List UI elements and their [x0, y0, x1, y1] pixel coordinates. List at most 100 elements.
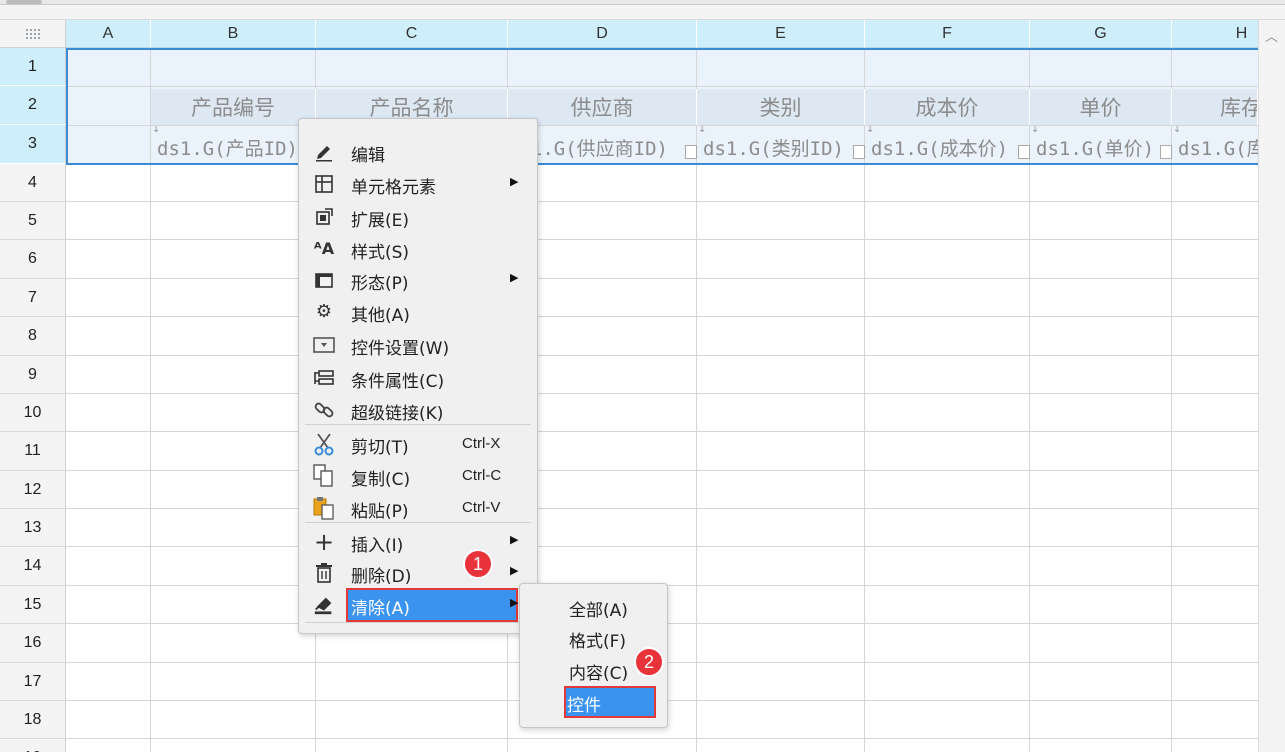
- row-header-1[interactable]: 1: [0, 48, 66, 86]
- menu-item-label: 超级链接(K): [351, 404, 444, 424]
- grid-line: [66, 239, 1258, 240]
- menu-item-label: 编辑: [351, 146, 385, 166]
- row-header-12[interactable]: 12: [0, 471, 66, 509]
- menu-item-insert[interactable]: + 插入(I) ▶: [305, 525, 531, 557]
- menu-item-label: 样式(S): [351, 243, 410, 263]
- row-header-13[interactable]: 13: [0, 509, 66, 547]
- menu-item-label: 控件设置(W): [351, 339, 450, 359]
- menu-separator: [305, 622, 531, 623]
- row-header-19[interactable]: 19: [0, 739, 66, 752]
- gear-icon: ⚙: [315, 301, 333, 322]
- menu-item-delete[interactable]: 删除(D) ▶: [305, 556, 531, 588]
- grid-line: [66, 470, 1258, 471]
- shortcut-label: Ctrl-X: [462, 435, 501, 452]
- row-header-7[interactable]: 7: [0, 279, 66, 317]
- grid-line: [66, 508, 1258, 509]
- expand-icon: [313, 206, 335, 228]
- menu-item-cut[interactable]: 剪切(T) Ctrl-X: [305, 427, 531, 459]
- menu-item-paste[interactable]: 粘贴(P) Ctrl-V: [305, 491, 531, 523]
- submenu-arrow-icon: ▶: [510, 271, 519, 284]
- eraser-icon: [313, 594, 335, 616]
- scroll-up-arrow-icon[interactable]: ︿: [1265, 26, 1278, 45]
- plus-icon: +: [313, 528, 335, 556]
- row-header-3[interactable]: 3: [0, 125, 66, 164]
- grid-line: [66, 393, 1258, 394]
- menu-item-label: 删除(D): [351, 567, 412, 587]
- grid-line: [66, 738, 1258, 739]
- row-header-18[interactable]: 18: [0, 701, 66, 739]
- column-header-f[interactable]: F: [865, 20, 1030, 48]
- menu-separator: [305, 424, 531, 425]
- row-header-5[interactable]: 5: [0, 202, 66, 240]
- form-icon: [313, 269, 335, 291]
- menu-item-label: 复制(C): [351, 470, 411, 490]
- widget-icon: [313, 334, 335, 356]
- menu-item-hyperlink[interactable]: 超级链接(K): [305, 393, 531, 425]
- row-header-4[interactable]: 4: [0, 164, 66, 202]
- row-header-10[interactable]: 10: [0, 394, 66, 432]
- menu-item-label: 条件属性(C): [351, 372, 445, 392]
- row-header-11[interactable]: 11: [0, 432, 66, 471]
- column-header-c[interactable]: C: [316, 20, 508, 48]
- row-header-6[interactable]: 6: [0, 240, 66, 279]
- column-header-d[interactable]: D: [508, 20, 697, 48]
- grid-line: [66, 278, 1258, 279]
- row-header-17[interactable]: 17: [0, 663, 66, 701]
- row-header-9[interactable]: 9: [0, 356, 66, 394]
- top-toolbar-strip: [0, 0, 1285, 20]
- step-badge-1: 1: [463, 549, 493, 579]
- row-header-15[interactable]: 15: [0, 586, 66, 624]
- row-header-8[interactable]: 8: [0, 317, 66, 356]
- column-header-g[interactable]: G: [1030, 20, 1172, 48]
- menu-item-label: 剪切(T): [351, 438, 409, 458]
- style-icon: ᴬA: [313, 239, 335, 258]
- column-header-h[interactable]: H: [1172, 20, 1258, 48]
- menu-item-clear[interactable]: 清除(A) ▶: [305, 588, 531, 622]
- submenu-item-widget[interactable]: 控件: [564, 686, 656, 718]
- menu-item-other[interactable]: ⚙ 其他(A): [305, 295, 531, 327]
- column-header-a[interactable]: A: [66, 20, 151, 48]
- grid-line: [66, 201, 1258, 202]
- menu-item-label: 粘贴(P): [351, 502, 409, 522]
- scissors-icon: [313, 433, 335, 456]
- menu-item-label: 其他(A): [351, 306, 410, 326]
- menu-separator: [305, 522, 531, 523]
- grid-line: [66, 355, 1258, 356]
- horizontal-scroll-thumb[interactable]: [6, 0, 42, 4]
- submenu-arrow-icon: ▶: [510, 564, 519, 577]
- cell-element-icon: [313, 173, 335, 195]
- condition-icon: [313, 367, 335, 389]
- submenu-arrow-icon: ▶: [510, 596, 519, 609]
- submenu-item-all[interactable]: 全部(A): [566, 592, 661, 622]
- menu-item-label: 形态(P): [351, 274, 409, 294]
- trash-icon: [313, 562, 335, 584]
- row-header-2[interactable]: 2: [0, 86, 66, 125]
- menu-item-copy[interactable]: 复制(C) Ctrl-C: [305, 459, 531, 491]
- menu-item-label: 插入(I): [351, 536, 404, 556]
- menu-item-label: 清除(A): [351, 599, 410, 619]
- menu-item-label: 单元格元素: [351, 178, 436, 198]
- select-all-corner[interactable]: [0, 20, 66, 48]
- menu-item-condition[interactable]: 条件属性(C): [305, 361, 531, 393]
- menu-item-widget-settings[interactable]: 控件设置(W): [305, 328, 531, 360]
- paste-icon: [313, 497, 335, 520]
- row-header-14[interactable]: 14: [0, 547, 66, 586]
- grid-dots-icon: [25, 28, 40, 39]
- vertical-scrollbar[interactable]: ︿: [1258, 20, 1285, 752]
- submenu-arrow-icon: ▶: [510, 175, 519, 188]
- grid-line: [66, 546, 1258, 547]
- row-header-16[interactable]: 16: [0, 624, 66, 663]
- step-badge-2: 2: [634, 647, 664, 677]
- column-header-e[interactable]: E: [697, 20, 865, 48]
- horizontal-scrollbar[interactable]: [0, 0, 1285, 5]
- pencil-icon: [313, 141, 335, 163]
- grid-line: [66, 316, 1258, 317]
- menu-item-style[interactable]: ᴬA 样式(S): [305, 232, 531, 264]
- menu-item-expand[interactable]: 扩展(E): [305, 200, 531, 232]
- menu-item-edit[interactable]: 编辑: [305, 135, 531, 167]
- column-header-b[interactable]: B: [151, 20, 316, 48]
- menu-item-form[interactable]: 形态(P) ▶: [305, 263, 531, 295]
- menu-item-cell-element[interactable]: 单元格元素 ▶: [305, 167, 531, 199]
- submenu-arrow-icon: ▶: [510, 533, 519, 546]
- selection-border: [66, 48, 1258, 165]
